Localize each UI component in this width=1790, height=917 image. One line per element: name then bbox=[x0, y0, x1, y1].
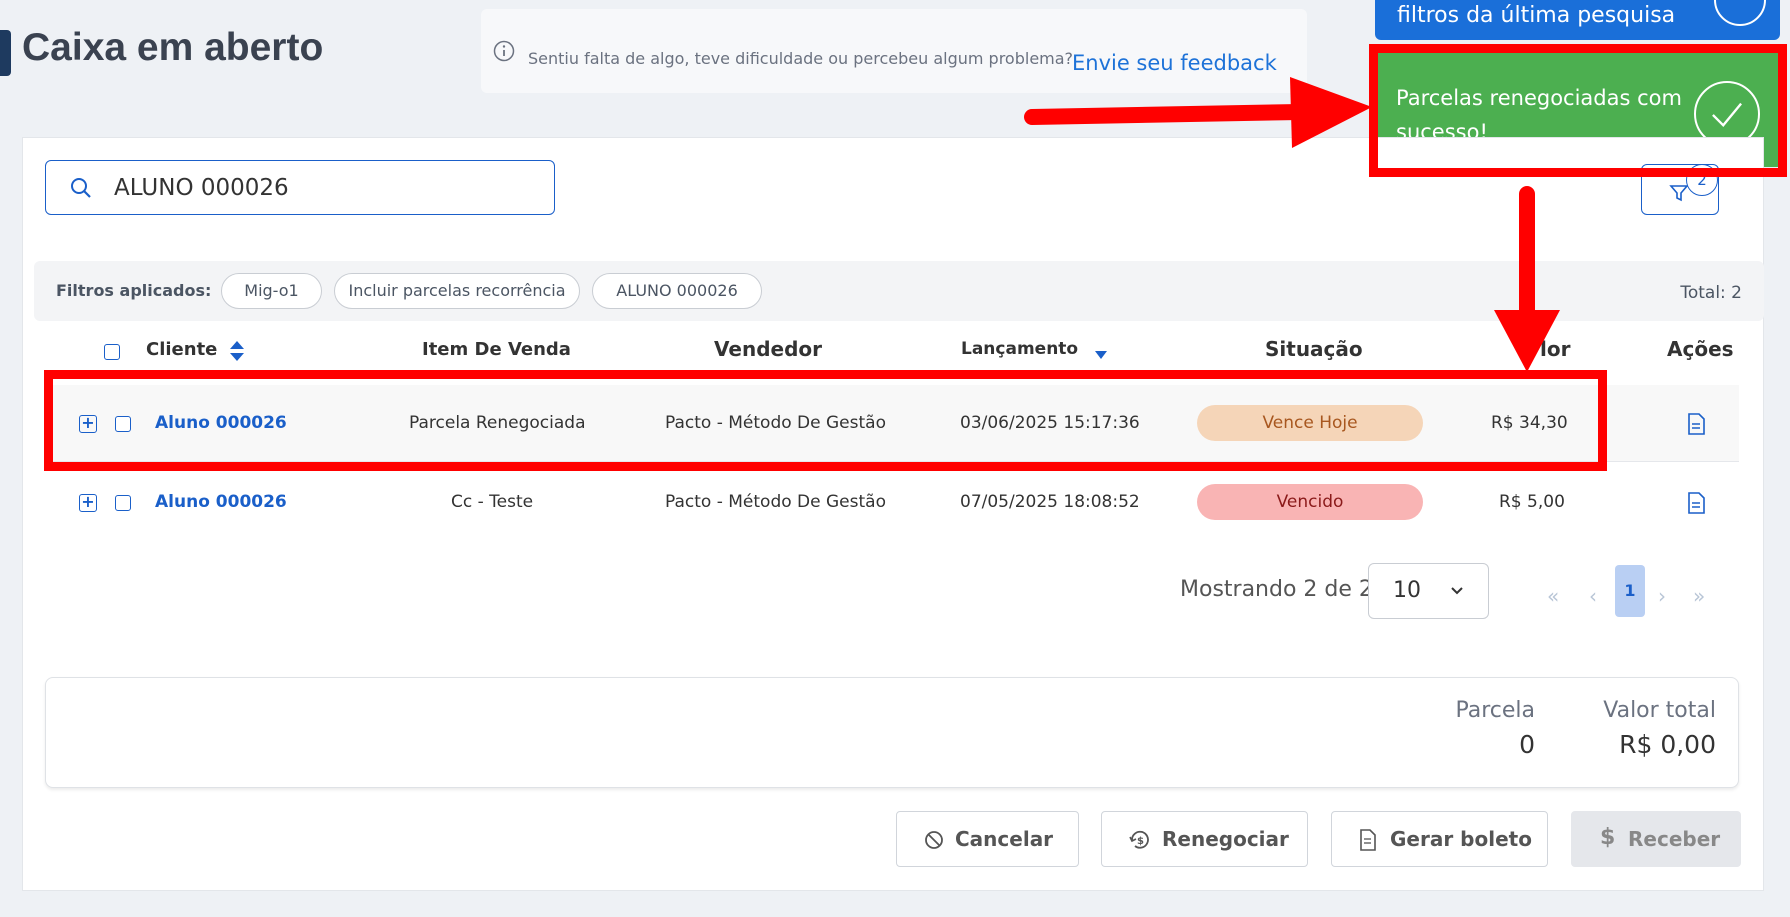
filter-button[interactable]: 2 bbox=[1641, 164, 1719, 215]
total-count: Total: 2 bbox=[1680, 283, 1742, 303]
col-valor[interactable]: lor bbox=[1540, 337, 1570, 361]
summary-panel: Parcela 0 Valor total R$ 0,00 bbox=[45, 677, 1739, 788]
col-item-venda[interactable]: Item De Venda bbox=[422, 339, 571, 360]
receive-label: Receber bbox=[1628, 827, 1721, 851]
filters-label: Filtros aplicados: bbox=[56, 281, 212, 300]
toast-icon bbox=[1714, 0, 1766, 26]
filter-chip[interactable]: Mig-o1 bbox=[221, 273, 322, 309]
feedback-link[interactable]: Envie seu feedback bbox=[1072, 51, 1277, 75]
info-icon bbox=[493, 40, 515, 62]
col-lancamento[interactable]: Lançamento bbox=[961, 339, 1078, 359]
client-link[interactable]: Aluno 000026 bbox=[155, 413, 287, 433]
lancamento: 07/05/2025 18:08:52 bbox=[960, 492, 1140, 512]
row-checkbox[interactable] bbox=[115, 495, 131, 511]
ban-icon bbox=[925, 831, 943, 849]
sort-desc-icon[interactable] bbox=[1094, 350, 1108, 360]
sort-icon[interactable] bbox=[229, 340, 245, 362]
per-page-value: 10 bbox=[1393, 578, 1421, 603]
status-badge: Vencido bbox=[1197, 484, 1423, 520]
lancamento: 03/06/2025 15:17:36 bbox=[960, 413, 1140, 433]
search-input[interactable] bbox=[114, 171, 534, 205]
row-checkbox[interactable] bbox=[115, 416, 131, 432]
table-row[interactable]: + Aluno 000026 Parcela Renegociada Pacto… bbox=[45, 385, 1739, 462]
info-toast-text: filtros da última pesquisa bbox=[1397, 3, 1676, 28]
page-1-button[interactable]: 1 bbox=[1615, 565, 1645, 617]
item-venda: Cc - Teste bbox=[451, 492, 534, 512]
valor: R$ 5,00 bbox=[1499, 492, 1565, 512]
table-row[interactable]: + Aluno 000026 Cc - Teste Pacto - Método… bbox=[45, 464, 1739, 541]
renegotiate-label: Renegociar bbox=[1162, 827, 1289, 851]
status-badge: Vence Hoje bbox=[1197, 405, 1423, 441]
select-all-checkbox[interactable] bbox=[104, 344, 120, 360]
filter-chip[interactable]: Incluir parcelas recorrência bbox=[334, 273, 580, 309]
col-cliente[interactable]: Cliente bbox=[146, 339, 217, 360]
cancel-button[interactable]: Cancelar bbox=[896, 811, 1079, 867]
client-link[interactable]: Aluno 000026 bbox=[155, 492, 287, 512]
next-page-icon[interactable]: › bbox=[1658, 584, 1666, 608]
vendedor: Pacto - Método De Gestão bbox=[665, 413, 886, 433]
expand-icon[interactable]: + bbox=[79, 494, 97, 512]
col-acoes: Ações bbox=[1667, 337, 1734, 361]
feedback-banner: Sentiu falta de algo, teve dificuldade o… bbox=[481, 9, 1307, 93]
showing-text: Mostrando 2 de 2 bbox=[1180, 577, 1373, 602]
annotation-arrow bbox=[1024, 104, 1308, 125]
row-divider bbox=[45, 461, 1739, 462]
invoice-icon bbox=[1360, 829, 1376, 851]
cancel-label: Cancelar bbox=[955, 827, 1054, 851]
search-box[interactable] bbox=[45, 160, 555, 215]
prev-page-icon[interactable]: ‹ bbox=[1589, 584, 1597, 608]
generate-boleto-label: Gerar boleto bbox=[1390, 827, 1532, 851]
svg-text:$: $ bbox=[1137, 836, 1144, 847]
renegotiate-button[interactable]: $ Renegociar bbox=[1101, 811, 1308, 867]
document-icon[interactable] bbox=[1687, 413, 1705, 435]
dollar-icon: $ bbox=[1600, 825, 1616, 850]
parcela-value: 0 bbox=[1519, 730, 1535, 759]
filter-icon bbox=[1669, 185, 1689, 202]
table-header: Cliente Item De Venda Vendedor Lançament… bbox=[34, 331, 1764, 373]
page-title: Caixa em aberto bbox=[22, 26, 324, 69]
vendedor: Pacto - Método De Gestão bbox=[665, 492, 886, 512]
per-page-select[interactable]: 10 bbox=[1368, 563, 1489, 619]
applied-filters-bar: Filtros aplicados: Mig-o1 Incluir parcel… bbox=[34, 261, 1764, 321]
document-icon[interactable] bbox=[1687, 492, 1705, 514]
valor-total-value: R$ 0,00 bbox=[1619, 730, 1716, 759]
col-vendedor[interactable]: Vendedor bbox=[714, 337, 822, 361]
filter-count-badge: 2 bbox=[1686, 164, 1718, 196]
feedback-text: Sentiu falta de algo, teve dificuldade o… bbox=[528, 49, 1074, 68]
refresh-money-icon: $ bbox=[1129, 830, 1149, 849]
page-marker bbox=[0, 30, 11, 76]
item-venda: Parcela Renegociada bbox=[409, 413, 586, 433]
generate-boleto-button[interactable]: Gerar boleto bbox=[1331, 811, 1548, 867]
filter-chip[interactable]: ALUNO 000026 bbox=[592, 273, 762, 309]
info-toast: filtros da última pesquisa bbox=[1375, 0, 1780, 40]
valor-total-label: Valor total bbox=[1603, 698, 1716, 723]
chevron-down-icon bbox=[1451, 587, 1463, 595]
last-page-icon[interactable]: » bbox=[1693, 584, 1705, 608]
parcela-label: Parcela bbox=[1455, 698, 1535, 723]
expand-icon[interactable]: + bbox=[79, 415, 97, 433]
receive-button[interactable]: $ Receber bbox=[1571, 811, 1741, 867]
valor: R$ 34,30 bbox=[1491, 413, 1568, 433]
first-page-icon[interactable]: « bbox=[1547, 584, 1559, 608]
search-icon bbox=[71, 178, 91, 198]
col-situacao[interactable]: Situação bbox=[1265, 337, 1363, 361]
